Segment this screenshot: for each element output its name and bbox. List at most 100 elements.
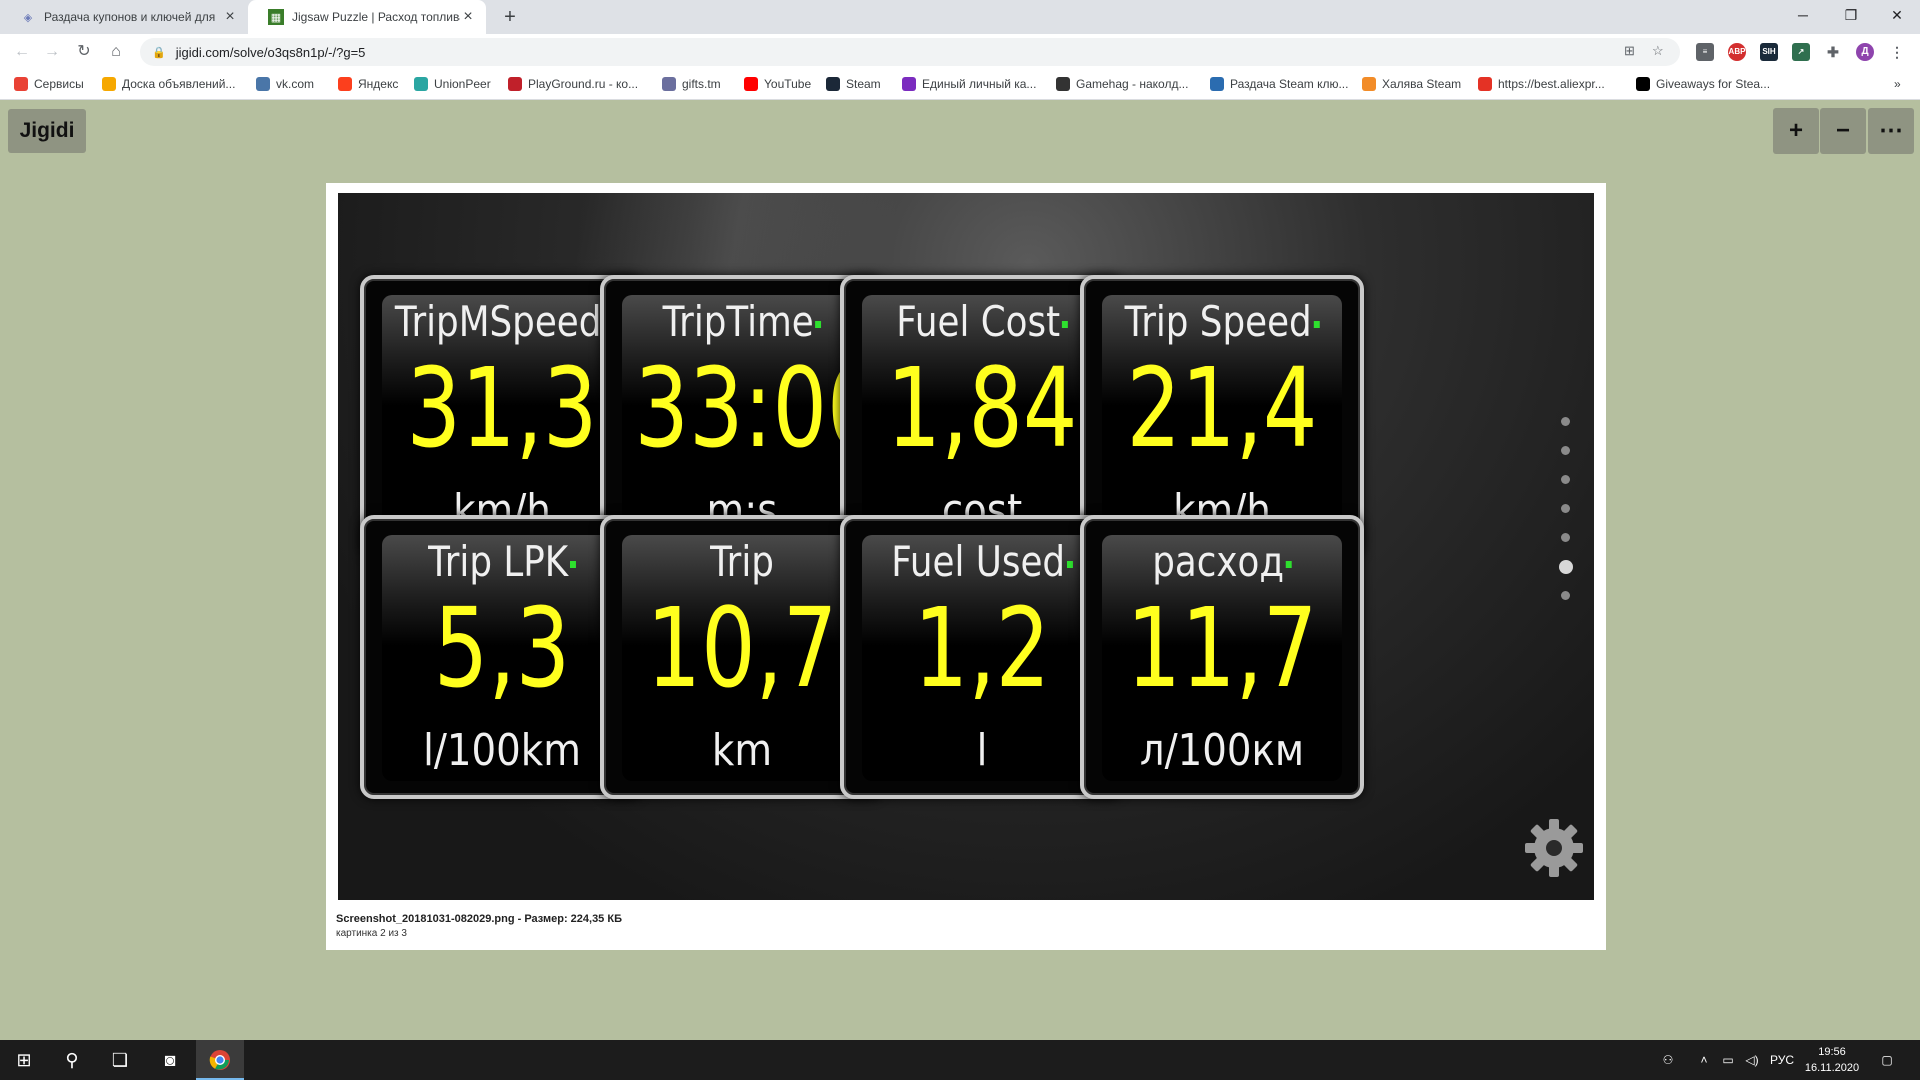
page-indicator-dot	[1561, 533, 1570, 542]
minimize-button[interactable]: ─	[1780, 0, 1826, 30]
settings-gear-icon	[1525, 819, 1583, 877]
bookmark-label: UnionPeer	[434, 77, 491, 91]
bookmark-label: Steam	[846, 77, 881, 91]
tab-bar: ◈ Раздача купонов и ключей для × ▦ Jigsa…	[0, 0, 1920, 34]
clock-time: 19:56	[1818, 1046, 1846, 1058]
bookmark-favicon-icon	[414, 77, 428, 91]
jigidi-logo[interactable]: Jigidi	[8, 109, 86, 153]
bookmark-label: Giveaways for Stea...	[1656, 77, 1771, 91]
bookmark-favicon-icon	[1362, 77, 1376, 91]
bookmark-item[interactable]: Сервисы	[14, 77, 84, 91]
bookmark-item[interactable]: Раздача Steam клю...	[1210, 77, 1348, 91]
translate-icon[interactable]: ⊞	[1624, 43, 1635, 59]
bookmark-favicon-icon	[902, 77, 916, 91]
bookmark-item[interactable]: UnionPeer	[414, 77, 491, 91]
taskbar: ⊞ ⚲ ❏ ◙ ⚇ ˄ ▭ ◁) РУС 19:56 16.11.2020 ▢	[0, 1040, 1920, 1080]
bookmark-item[interactable]: Steam	[826, 77, 881, 91]
close-tab-icon[interactable]: ×	[460, 8, 476, 26]
bookmark-item[interactable]: Доска объявлений...	[102, 77, 235, 91]
bookmark-item[interactable]: YouTube	[744, 77, 811, 91]
volume-icon[interactable]: ◁)	[1742, 1040, 1762, 1080]
app-icon[interactable]: ◙	[146, 1040, 194, 1080]
bookmark-item[interactable]: Единый личный ка...	[902, 77, 1036, 91]
zoom-out-button[interactable]: −	[1820, 108, 1866, 154]
bookmark-favicon-icon	[1636, 77, 1650, 91]
forward-arrow-icon[interactable]: →	[40, 40, 64, 64]
bookmark-item[interactable]: Gamehag - наколд...	[1056, 77, 1188, 91]
adblock-extension-icon[interactable]: ABP	[1728, 43, 1746, 61]
bookmark-label: Единый личный ка...	[922, 77, 1037, 91]
page-indicator-dot	[1561, 591, 1570, 600]
lock-icon: 🔒	[152, 46, 166, 59]
notifications-icon[interactable]: ▢	[1872, 1040, 1902, 1080]
extensions-puzzle-icon[interactable]: ✚	[1824, 43, 1842, 61]
bookmark-favicon-icon	[1210, 77, 1224, 91]
bookmarks-bar: Сервисы Доска объявлений... vk.com Яндекс Un…	[0, 70, 1920, 100]
home-icon[interactable]: ⌂	[104, 40, 128, 64]
bookmark-favicon-icon	[14, 77, 28, 91]
network-icon[interactable]: ▭	[1718, 1040, 1738, 1080]
tile-unit: l/100km	[423, 725, 581, 776]
bookmark-item[interactable]: Яндекс	[338, 77, 398, 91]
bookmark-label: https://best.aliexpr...	[1498, 77, 1605, 91]
image-counter: картинка 2 из 3	[336, 928, 407, 939]
bookmark-label: Gamehag - наколд...	[1076, 77, 1189, 91]
tile-label: TripMSpeed	[385, 297, 620, 346]
chevron-up-icon[interactable]: ˄	[1694, 1040, 1714, 1080]
status-indicator-dot	[1061, 321, 1068, 328]
bookmark-item[interactable]: Халява Steam	[1362, 77, 1461, 91]
zoom-in-button[interactable]: +	[1773, 108, 1819, 154]
more-options-button[interactable]: ⋯	[1868, 108, 1914, 154]
bookmark-label: Яндекс	[358, 77, 399, 91]
bookmark-item[interactable]: Giveaways for Stea...	[1636, 77, 1770, 91]
page-indicator-dot	[1559, 560, 1573, 574]
new-tab-button[interactable]: +	[498, 5, 522, 29]
bookmark-item[interactable]: PlayGround.ru - ко...	[508, 77, 638, 91]
close-tab-icon[interactable]: ×	[222, 8, 238, 26]
tile-label: Fuel Cost	[865, 297, 1100, 346]
windows-start-icon[interactable]: ⊞	[0, 1040, 48, 1080]
people-icon[interactable]: ⚇	[1656, 1040, 1680, 1080]
profile-avatar[interactable]: Д	[1856, 43, 1874, 61]
sih-extension-icon[interactable]: SIH	[1760, 43, 1778, 61]
tile-unit: l	[976, 725, 988, 776]
puzzle-frame: TripMSpeed 31,3 km/h TripTime 33:00 m:s Fuel C…	[326, 183, 1606, 950]
bookmarks-overflow-button[interactable]: »	[1894, 77, 1901, 91]
chrome-taskbar-icon[interactable]	[196, 1040, 244, 1080]
bookmark-label: Доска объявлений...	[122, 77, 236, 91]
clock-date: 16.11.2020	[1804, 1062, 1860, 1074]
task-view-icon[interactable]: ❏	[96, 1040, 144, 1080]
tile-label-text: Trip	[710, 537, 774, 586]
bookmark-star-icon[interactable]: ☆	[1652, 43, 1664, 59]
page-indicator-dot	[1561, 446, 1570, 455]
bookmark-item[interactable]: gifts.tm	[662, 77, 721, 91]
tile-value: 10,7	[646, 584, 838, 712]
search-icon[interactable]: ⚲	[48, 1040, 96, 1080]
back-arrow-icon[interactable]: ←	[10, 40, 34, 64]
close-window-button[interactable]: ✕	[1874, 0, 1920, 30]
bookmark-favicon-icon	[1478, 77, 1492, 91]
url-text: jigidi.com/solve/o3qs8n1p/-/?g=5	[175, 44, 366, 60]
bookmark-favicon-icon	[508, 77, 522, 91]
tab-coupons[interactable]: ◈ Раздача купонов и ключей для ×	[0, 0, 248, 34]
status-indicator-dot	[569, 561, 576, 568]
chart-extension-icon[interactable]: ↗	[1792, 43, 1810, 61]
bookmark-favicon-icon	[256, 77, 270, 91]
tile-label-text: Fuel Used	[891, 537, 1066, 586]
language-indicator[interactable]: РУС	[1766, 1040, 1798, 1080]
tab-jigsaw-puzzle[interactable]: ▦ Jigsaw Puzzle | Расход топлива ×	[248, 0, 486, 34]
puzzle-image[interactable]: TripMSpeed 31,3 km/h TripTime 33:00 m:s Fuel C…	[338, 193, 1594, 900]
restore-button[interactable]: ❐	[1828, 0, 1874, 30]
tile-value: 1,2	[913, 584, 1051, 712]
bookmark-item[interactable]: https://best.aliexpr...	[1478, 77, 1605, 91]
clock[interactable]: 19:56 16.11.2020	[1800, 1044, 1864, 1076]
bookmark-item[interactable]: vk.com	[256, 77, 314, 91]
chrome-menu-icon[interactable]: ⋮	[1888, 43, 1906, 61]
tile-value: 11,7	[1126, 584, 1318, 712]
tile-unit: л/100км	[1139, 725, 1305, 776]
reload-icon[interactable]: ↻	[72, 40, 96, 64]
database-extension-icon[interactable]: ≡	[1696, 43, 1714, 61]
tile-label: Trip LPK	[385, 537, 620, 586]
tile-value: 21,4	[1126, 344, 1318, 472]
address-bar[interactable]: 🔒 jigidi.com/solve/o3qs8n1p/-/?g=5 ⊞ ☆	[140, 38, 1680, 66]
